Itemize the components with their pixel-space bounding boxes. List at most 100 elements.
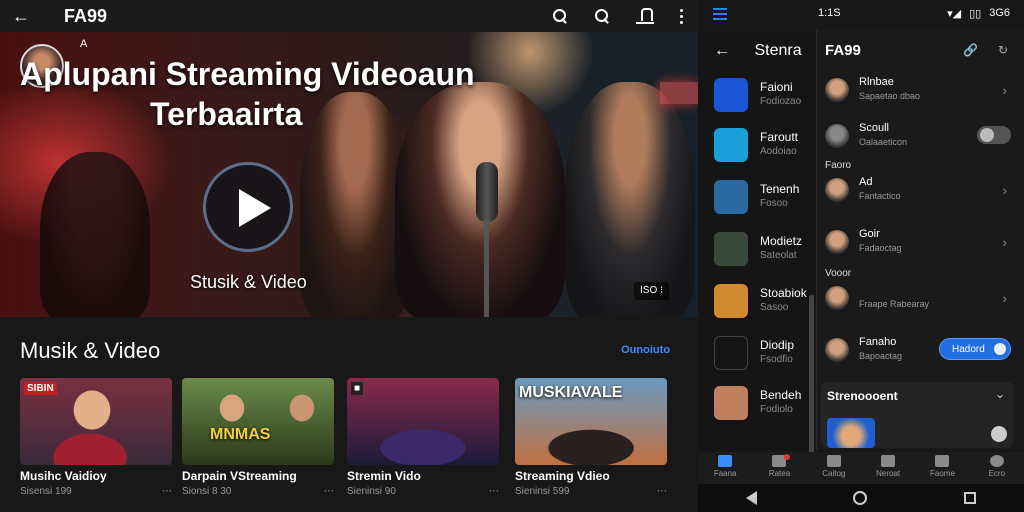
- video-meta-text: Sieninsi 90: [347, 486, 396, 497]
- card-more-icon[interactable]: ⋯: [324, 486, 334, 497]
- stream-thumbnail[interactable]: [827, 418, 875, 448]
- video-meta-text: Sieninsi 599: [515, 486, 570, 497]
- video-thumbnail[interactable]: MUSKIAVALE: [515, 378, 667, 465]
- cast-icon[interactable]: [636, 8, 654, 24]
- avatar: [825, 124, 849, 148]
- video-title: Musihc Vaidioy: [20, 469, 107, 483]
- settings-actions: 🔗 ↻: [963, 43, 1008, 57]
- video-card[interactable]: MNMAS Darpain VStreaming Sionsi 8 30 ⋯: [182, 378, 334, 508]
- video-card-row: SIBIN Musihc Vaidioy Sisensi 199 ⋯ MNMAS…: [20, 378, 680, 508]
- video-thumbnail[interactable]: SIBIN: [20, 378, 172, 465]
- hero-title: Aplupani Streaming Videoaun Terbaairta: [20, 54, 620, 134]
- settings-row[interactable]: Ad Fantactico ›: [825, 174, 1011, 210]
- settings-row[interactable]: Fraape Rabearay ›: [825, 282, 1011, 318]
- app-name: Tenenh: [760, 182, 800, 196]
- nav-item-library[interactable]: Faome: [917, 452, 967, 484]
- app-list-item[interactable]: Faroutt Aodoiao: [714, 128, 814, 168]
- app-list-item[interactable]: Bendeh Fodiolo: [714, 386, 814, 426]
- streaming-app: ← FA99 A Aplupani Streaming Videoaun Ter…: [0, 0, 698, 512]
- avatar: [825, 78, 849, 102]
- search-icon-secondary[interactable]: [594, 8, 610, 24]
- hero-logo-mark: A: [80, 38, 88, 50]
- system-recents-icon[interactable]: [963, 492, 976, 504]
- refresh-icon[interactable]: ↻: [998, 43, 1008, 57]
- video-card[interactable]: ■ Stremin Vido Sieninsi 90 ⋯: [347, 378, 499, 508]
- back-arrow-icon[interactable]: ←: [12, 6, 34, 27]
- app-subtitle: Fodiolo: [760, 404, 793, 415]
- nav-item-catalog[interactable]: Caitog: [809, 452, 859, 484]
- neon-light: [660, 82, 698, 104]
- nav-item-news[interactable]: Neroat: [863, 452, 913, 484]
- profile-icon: [989, 455, 1004, 467]
- toolbar-actions: [552, 0, 684, 32]
- settings-row[interactable]: Goir Fadaoctag ›: [825, 226, 1011, 262]
- system-home-icon[interactable]: [853, 491, 868, 505]
- video-meta-text: Sisensi 199: [20, 486, 72, 497]
- bottom-navigation: Faana Ratea Caitog Neroat Faome Ecro: [698, 452, 1024, 484]
- app-name: Stoabiok: [760, 286, 807, 300]
- stream-panel[interactable]: Strenoooent ⌄: [821, 382, 1013, 448]
- nav-item-profile[interactable]: Ecro: [972, 452, 1022, 484]
- toggle-switch[interactable]: [977, 126, 1011, 144]
- more-options-icon[interactable]: [680, 8, 684, 24]
- app-icon: [714, 336, 748, 370]
- row-title: Fanaho: [859, 336, 897, 348]
- app-subtitle: Aodoiao: [760, 146, 797, 157]
- play-button[interactable]: [203, 162, 293, 252]
- app-list-item[interactable]: Stoabiok Sasoo: [714, 284, 814, 324]
- card-more-icon[interactable]: ⋯: [489, 486, 499, 497]
- row-title: Rlnbae: [859, 76, 894, 88]
- app-list-item[interactable]: Modietz Sateolat: [714, 232, 814, 272]
- video-card[interactable]: SIBIN Musihc Vaidioy Sisensi 199 ⋯: [20, 378, 172, 508]
- hero-banner[interactable]: A Aplupani Streaming Videoaun Terbaairta…: [0, 32, 698, 317]
- app-list-item[interactable]: Tenenh Fosoo: [714, 180, 814, 220]
- row-title: Goir: [859, 228, 880, 240]
- video-thumbnail[interactable]: MNMAS: [182, 378, 334, 465]
- avatar: [825, 230, 849, 254]
- radio-toggle[interactable]: [991, 426, 1007, 442]
- app-name: Modietz: [760, 234, 803, 248]
- system-back-icon[interactable]: [746, 491, 758, 505]
- app-list-header: ← Stenra: [714, 42, 802, 60]
- menu-icon[interactable]: [713, 8, 727, 23]
- app-name: Faioni: [760, 80, 793, 94]
- row-title: Ad: [859, 176, 873, 188]
- card-more-icon[interactable]: ⋯: [162, 486, 172, 497]
- hero-badge: ISO ⁝: [634, 282, 670, 300]
- app-list-item[interactable]: Faioni Fodiozao: [714, 78, 814, 118]
- app-subtitle: Fosoo: [760, 198, 788, 209]
- settings-row[interactable]: Rlnbae Sapaetao dbao ›: [825, 74, 1011, 110]
- app-list-item[interactable]: Diodip Fsodfio: [714, 336, 814, 376]
- news-icon: [881, 455, 896, 467]
- search-icon[interactable]: [552, 8, 568, 24]
- avatar: [825, 338, 849, 362]
- status-time: 1:1S: [818, 7, 841, 19]
- scrollbar[interactable]: [809, 295, 814, 455]
- hero-figure-left: [40, 152, 150, 317]
- video-thumbnail[interactable]: ■: [347, 378, 499, 465]
- catalog-icon: [826, 455, 841, 467]
- app-icon: [714, 284, 748, 318]
- nav-item-home[interactable]: Faana: [700, 452, 750, 484]
- row-subtitle: Fantactico: [859, 191, 901, 201]
- settings-row: Scoull Oalaaeticon: [825, 120, 1011, 156]
- settings-row: Fanaho Bapoactag Hadord: [825, 334, 1011, 370]
- card-more-icon[interactable]: ⋯: [657, 486, 667, 497]
- signal-icon: ▾◢: [947, 8, 962, 20]
- nav-item-notifications[interactable]: Ratea: [754, 452, 804, 484]
- back-arrow-icon[interactable]: ←: [714, 42, 730, 59]
- section-see-all-link[interactable]: Ounoiuto: [621, 344, 670, 356]
- row-subtitle: Sapaetao dbao: [859, 91, 921, 101]
- link-icon[interactable]: 🔗: [963, 43, 978, 57]
- microphone-stand-graphic: [484, 220, 489, 317]
- battery-icon: ▯▯: [969, 8, 982, 20]
- row-subtitle: Fraape Rabearay: [859, 299, 930, 309]
- toggle-pill-button[interactable]: Hadord: [939, 338, 1011, 360]
- section-label: Faoro: [825, 160, 852, 171]
- section-label: Vooor: [825, 268, 852, 279]
- row-subtitle: Bapoactag: [859, 351, 903, 361]
- avatar: [825, 286, 849, 310]
- video-title: Darpain VStreaming: [182, 469, 297, 483]
- video-card[interactable]: MUSKIAVALE Streaming Vdieo Sieninsi 599 …: [515, 378, 667, 508]
- chevron-down-icon[interactable]: ⌄: [995, 387, 1005, 401]
